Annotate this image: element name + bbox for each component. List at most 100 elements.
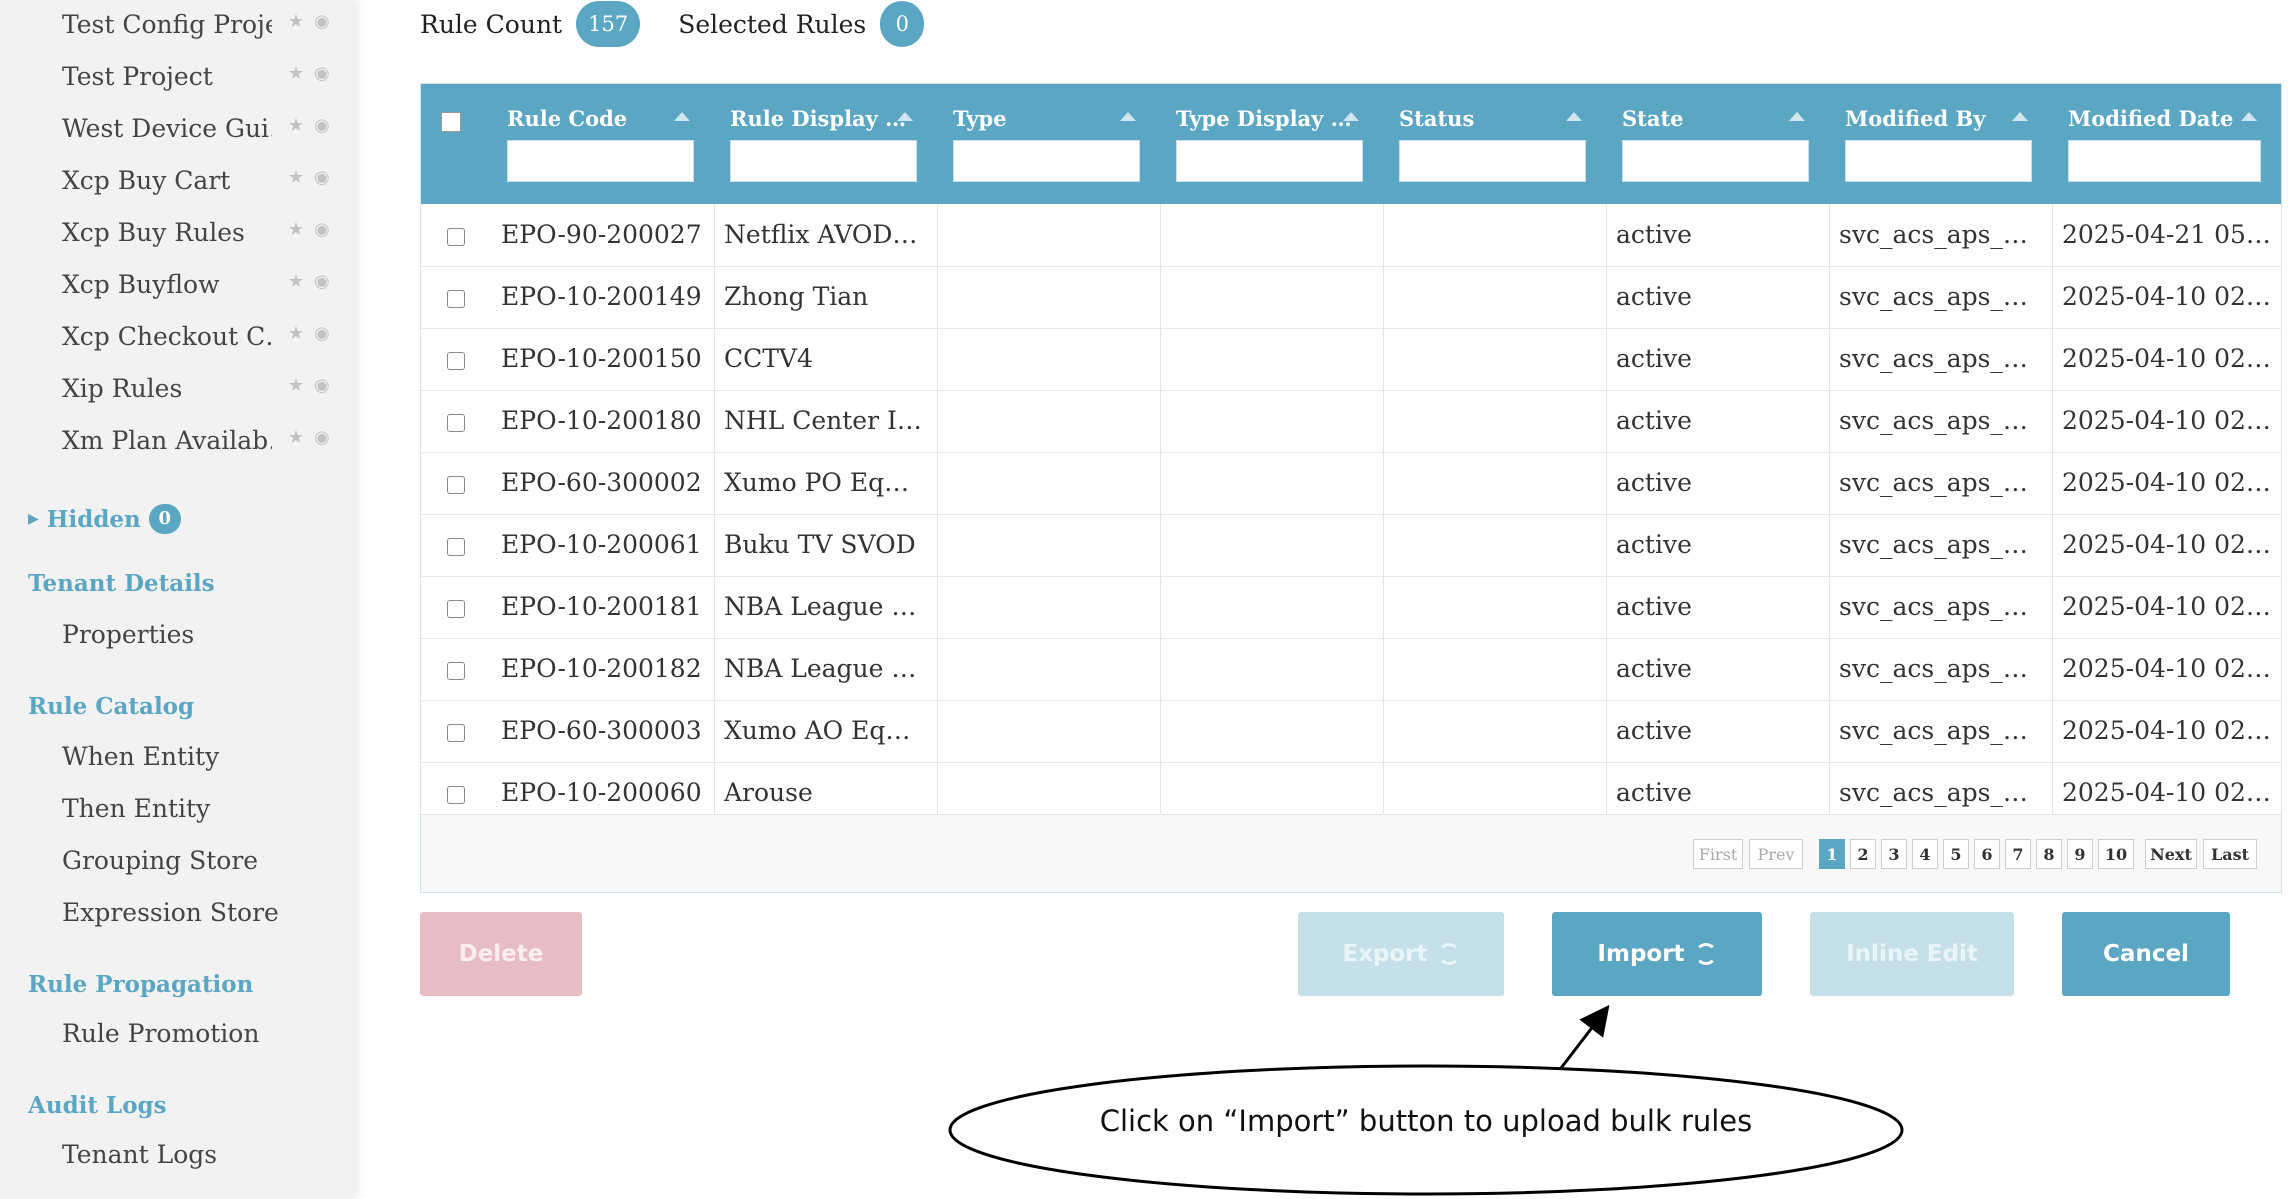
sort-icon[interactable] bbox=[1566, 112, 1582, 121]
section-tenant-details[interactable]: Tenant Details bbox=[28, 570, 215, 597]
table-row[interactable]: EPO-10-200180 NHL Center I… active svc_acs_… bbox=[421, 390, 2281, 453]
row-checkbox[interactable] bbox=[447, 600, 465, 618]
pagination-page-button[interactable]: 3 bbox=[1881, 839, 1907, 869]
table-row[interactable]: EPO-60-300003 Xumo AO Eq… active svc_acs_ap… bbox=[421, 700, 2281, 763]
sort-icon[interactable] bbox=[2241, 112, 2257, 121]
sort-icon[interactable] bbox=[2012, 112, 2028, 121]
eye-icon[interactable]: ◉ bbox=[312, 376, 332, 396]
pagination-page-button[interactable]: 5 bbox=[1943, 839, 1969, 869]
column-header-type-display[interactable]: Type Display … bbox=[1176, 106, 1375, 206]
sort-icon[interactable] bbox=[897, 112, 913, 121]
project-item[interactable]: Test Project ★ ◉ bbox=[62, 56, 352, 96]
pagination-page-button[interactable]: 1 bbox=[1819, 839, 1845, 869]
eye-icon[interactable]: ◉ bbox=[312, 428, 332, 448]
row-checkbox[interactable] bbox=[447, 476, 465, 494]
pagination-page-button[interactable]: 2 bbox=[1850, 839, 1876, 869]
hidden-toggle[interactable]: ▶ Hidden 0 bbox=[28, 504, 181, 534]
pagination-first-button[interactable]: First bbox=[1693, 839, 1743, 869]
pagination-page-button[interactable]: 8 bbox=[2036, 839, 2062, 869]
nav-item-tenant-logs[interactable]: Tenant Logs bbox=[62, 1140, 217, 1169]
eye-icon[interactable]: ◉ bbox=[312, 12, 332, 32]
pagination-page-button[interactable]: 4 bbox=[1912, 839, 1938, 869]
row-checkbox[interactable] bbox=[447, 228, 465, 246]
column-filter-input[interactable] bbox=[2068, 140, 2261, 182]
project-item[interactable]: Xm Plan Availab… ★ ◉ bbox=[62, 420, 352, 460]
section-rule-catalog[interactable]: Rule Catalog bbox=[28, 693, 194, 720]
star-icon[interactable]: ★ bbox=[286, 168, 306, 188]
column-filter-input[interactable] bbox=[507, 140, 694, 182]
section-audit-logs[interactable]: Audit Logs bbox=[28, 1092, 167, 1119]
star-icon[interactable]: ★ bbox=[286, 324, 306, 344]
pagination-next-button[interactable]: Next bbox=[2145, 839, 2197, 869]
column-header-modified-by[interactable]: Modified By bbox=[1845, 106, 2044, 206]
project-item[interactable]: Xcp Buy Cart ★ ◉ bbox=[62, 160, 352, 200]
sort-icon[interactable] bbox=[674, 112, 690, 121]
nav-item-properties[interactable]: Properties bbox=[62, 620, 194, 649]
table-row[interactable]: EPO-10-200149 Zhong Tian active svc_acs_aps… bbox=[421, 266, 2281, 329]
pagination-page-button[interactable]: 6 bbox=[1974, 839, 2000, 869]
column-filter-input[interactable] bbox=[953, 140, 1140, 182]
column-filter-input[interactable] bbox=[1399, 140, 1586, 182]
column-header-rule-display[interactable]: Rule Display … bbox=[730, 106, 929, 206]
project-item[interactable]: West Device Gui… ★ ◉ bbox=[62, 108, 352, 148]
project-item[interactable]: Test Config Project ★ ◉ bbox=[62, 4, 352, 44]
import-button[interactable]: Import bbox=[1552, 912, 1762, 996]
eye-icon[interactable]: ◉ bbox=[312, 324, 332, 344]
pagination-page-button[interactable]: 9 bbox=[2067, 839, 2093, 869]
column-header-rule-code[interactable]: Rule Code bbox=[507, 106, 706, 206]
row-checkbox[interactable] bbox=[447, 290, 465, 308]
star-icon[interactable]: ★ bbox=[286, 12, 306, 32]
table-row[interactable]: EPO-60-300002 Xumo PO Eq… active svc_acs_ap… bbox=[421, 452, 2281, 515]
row-checkbox[interactable] bbox=[447, 786, 465, 804]
nav-item-expression-store[interactable]: Expression Store bbox=[62, 898, 279, 927]
nav-item-when-entity[interactable]: When Entity bbox=[62, 742, 219, 771]
project-item[interactable]: Xcp Checkout C… ★ ◉ bbox=[62, 316, 352, 356]
star-icon[interactable]: ★ bbox=[286, 116, 306, 136]
table-row[interactable]: EPO-90-200027 Netflix AVOD… active svc_acs_… bbox=[421, 204, 2281, 267]
row-checkbox[interactable] bbox=[447, 724, 465, 742]
nav-item-then-entity[interactable]: Then Entity bbox=[62, 794, 210, 823]
column-filter-input[interactable] bbox=[730, 140, 917, 182]
column-header-type[interactable]: Type bbox=[953, 106, 1152, 206]
sort-icon[interactable] bbox=[1343, 112, 1359, 121]
table-row[interactable]: EPO-10-200181 NBA League … active svc_acs_a… bbox=[421, 576, 2281, 639]
star-icon[interactable]: ★ bbox=[286, 220, 306, 240]
table-row[interactable]: EPO-10-200060 Arouse active svc_acs_aps_… 20… bbox=[421, 762, 2281, 814]
table-row[interactable]: EPO-10-200150 CCTV4 active svc_acs_aps_… 202… bbox=[421, 328, 2281, 391]
delete-button[interactable]: Delete bbox=[420, 912, 582, 996]
column-filter-input[interactable] bbox=[1622, 140, 1809, 182]
column-header-modified-date[interactable]: Modified Date bbox=[2068, 106, 2273, 206]
star-icon[interactable]: ★ bbox=[286, 64, 306, 84]
export-button[interactable]: Export bbox=[1298, 912, 1504, 996]
sort-icon[interactable] bbox=[1120, 112, 1136, 121]
pagination-last-button[interactable]: Last bbox=[2203, 839, 2257, 869]
row-checkbox[interactable] bbox=[447, 352, 465, 370]
table-row[interactable]: EPO-10-200061 Buku TV SVOD active svc_acs_a… bbox=[421, 514, 2281, 577]
project-item[interactable]: Xcp Buyflow ★ ◉ bbox=[62, 264, 352, 304]
eye-icon[interactable]: ◉ bbox=[312, 168, 332, 188]
nav-item-grouping-store[interactable]: Grouping Store bbox=[62, 846, 258, 875]
table-row[interactable]: EPO-10-200182 NBA League … active svc_acs_a… bbox=[421, 638, 2281, 701]
project-item[interactable]: Xip Rules ★ ◉ bbox=[62, 368, 352, 408]
star-icon[interactable]: ★ bbox=[286, 272, 306, 292]
inline-edit-button[interactable]: Inline Edit bbox=[1810, 912, 2014, 996]
star-icon[interactable]: ★ bbox=[286, 376, 306, 396]
cancel-button[interactable]: Cancel bbox=[2062, 912, 2230, 996]
eye-icon[interactable]: ◉ bbox=[312, 116, 332, 136]
row-checkbox[interactable] bbox=[447, 538, 465, 556]
sort-icon[interactable] bbox=[1789, 112, 1805, 121]
pagination-page-button[interactable]: 10 bbox=[2098, 839, 2134, 869]
row-checkbox[interactable] bbox=[447, 662, 465, 680]
section-rule-propagation[interactable]: Rule Propagation bbox=[28, 971, 253, 998]
column-filter-input[interactable] bbox=[1176, 140, 1363, 182]
pagination-page-button[interactable]: 7 bbox=[2005, 839, 2031, 869]
row-checkbox[interactable] bbox=[447, 414, 465, 432]
nav-item-rule-promotion[interactable]: Rule Promotion bbox=[62, 1019, 259, 1048]
eye-icon[interactable]: ◉ bbox=[312, 220, 332, 240]
column-header-state[interactable]: State bbox=[1622, 106, 1821, 206]
select-all-checkbox[interactable] bbox=[441, 112, 461, 132]
eye-icon[interactable]: ◉ bbox=[312, 64, 332, 84]
eye-icon[interactable]: ◉ bbox=[312, 272, 332, 292]
column-filter-input[interactable] bbox=[1845, 140, 2032, 182]
pagination-prev-button[interactable]: Prev bbox=[1749, 839, 1803, 869]
